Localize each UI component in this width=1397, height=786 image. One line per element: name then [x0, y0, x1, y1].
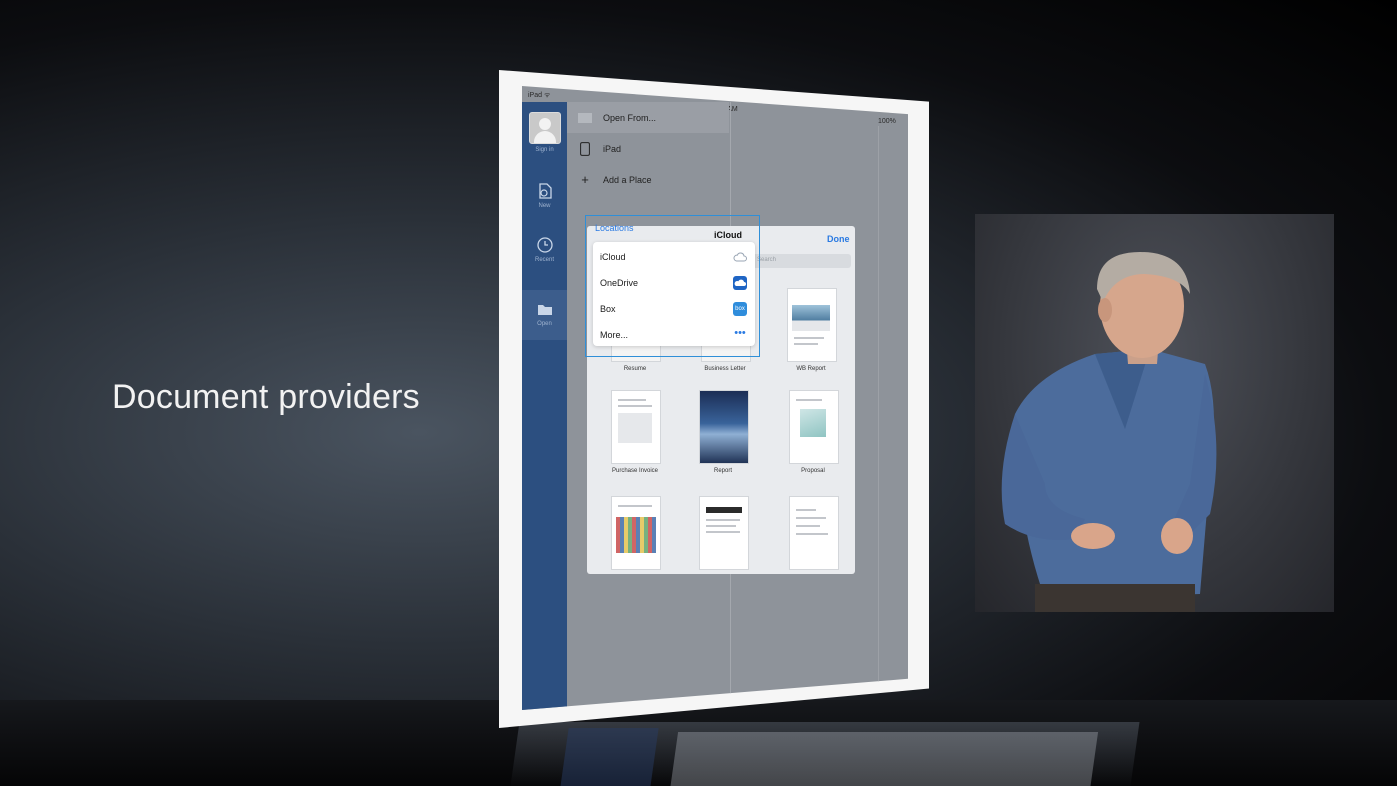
table-block	[618, 413, 652, 443]
open-row-add-place[interactable]: + Add a Place	[567, 164, 729, 195]
ipad-screen: iPad ᯤ 9:41 AM 100% Sign in New Recent	[522, 86, 908, 710]
presenter-video	[975, 214, 1334, 612]
clock-icon	[536, 237, 553, 253]
text-line	[796, 509, 816, 511]
reflection-sidebar	[560, 728, 659, 786]
presenter-figure	[1001, 252, 1217, 612]
carrier-label: iPad ᯤ	[528, 92, 551, 99]
sidebar-item-open[interactable]: Open	[522, 290, 567, 340]
photo-thumbnail	[616, 517, 656, 553]
sidebar-item-label: Sign in	[535, 147, 554, 153]
document-thumbnail-report[interactable]: Report	[679, 390, 769, 485]
text-line	[618, 505, 652, 507]
text-line	[706, 531, 740, 533]
sidebar-item-sign-in[interactable]: Sign in	[522, 112, 567, 158]
photo-thumbnail	[800, 409, 826, 437]
document-caption: Purchase Invoice	[611, 468, 659, 474]
open-row-label: Add a Place	[603, 174, 652, 185]
photo-thumbnail	[792, 305, 830, 331]
text-line	[794, 343, 818, 345]
document-thumbnail-memo[interactable]	[679, 496, 769, 591]
open-from-list: Open From... iPad + Add a Place	[567, 102, 729, 195]
document-page	[789, 390, 839, 464]
text-line	[706, 519, 740, 521]
document-page	[787, 288, 837, 362]
document-caption: Report	[713, 468, 732, 474]
document-caption: Business Letter	[704, 366, 746, 372]
right-divider	[878, 126, 879, 706]
text-line	[618, 405, 652, 407]
open-from-icon	[577, 112, 593, 123]
document-page	[789, 496, 839, 570]
document-thumbnail-form[interactable]	[769, 496, 859, 591]
document-caption: Resume	[623, 366, 647, 372]
open-row-ipad[interactable]: iPad	[567, 133, 729, 164]
sidebar-item-label: New	[538, 203, 551, 209]
new-document-icon	[538, 183, 552, 199]
document-thumbnail-purchase-invoice[interactable]: Purchase Invoice	[591, 390, 681, 485]
reflection-sheet	[670, 732, 1099, 786]
open-row-label: iPad	[603, 143, 622, 154]
document-page	[699, 496, 749, 570]
document-caption: WB Report	[796, 366, 826, 372]
done-button[interactable]: Done	[827, 234, 850, 244]
text-line	[796, 525, 820, 527]
text-line	[796, 399, 822, 401]
open-from-label: Open From...	[603, 112, 657, 123]
document-thumbnail-proposal[interactable]: Proposal	[769, 390, 859, 485]
text-line	[796, 533, 828, 535]
text-line	[618, 399, 646, 401]
document-thumbnail-wb-report[interactable]: WB Report	[767, 288, 857, 383]
plus-icon: +	[581, 172, 589, 187]
sidebar-item-label: Open	[537, 321, 552, 327]
header-bar	[706, 507, 742, 513]
slide-title: Document providers	[112, 378, 420, 416]
photo-thumbnail	[700, 391, 748, 463]
floor-reflection	[510, 722, 1140, 786]
text-line	[794, 337, 824, 339]
sidebar: Sign in New Recent Open	[522, 102, 567, 710]
ipad-icon	[577, 141, 593, 156]
search-input[interactable]: Search	[749, 254, 851, 268]
sidebar-item-label: Recent	[534, 257, 554, 263]
document-page	[611, 496, 661, 570]
text-line	[796, 517, 826, 519]
text-line	[706, 525, 736, 527]
document-caption: Proposal	[801, 468, 825, 474]
folder-icon	[537, 305, 552, 315]
battery-label: 100%	[878, 118, 896, 125]
document-thumbnail-newsletter[interactable]	[591, 496, 681, 591]
document-page	[611, 390, 661, 464]
sidebar-item-new[interactable]: New	[522, 182, 567, 228]
open-from-header: Open From...	[567, 102, 729, 133]
document-page	[699, 390, 749, 464]
sidebar-item-recent[interactable]: Recent	[522, 236, 567, 282]
callout-highlight-box	[585, 215, 760, 357]
avatar-icon	[528, 112, 561, 144]
